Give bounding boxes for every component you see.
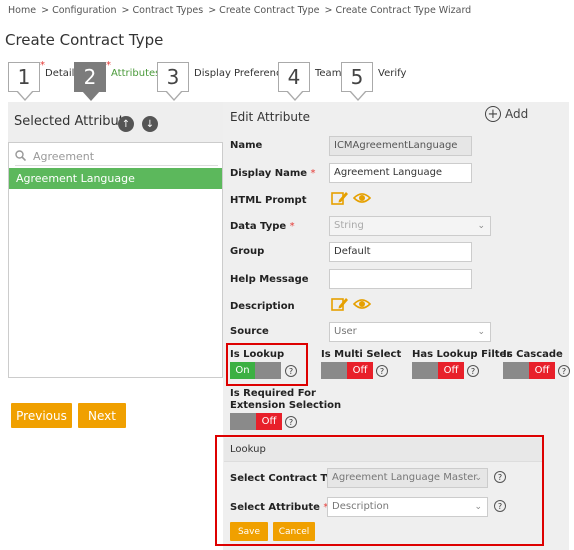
step-number: 2 xyxy=(83,65,97,89)
breadcrumb-contract-types[interactable]: > Contract Types xyxy=(122,5,204,16)
data-type-value: String xyxy=(334,220,364,231)
toggle-off: Off xyxy=(347,362,373,379)
required-star: * xyxy=(289,221,295,232)
previous-button[interactable]: Previous xyxy=(11,403,72,428)
add-button[interactable]: + Add xyxy=(485,106,528,122)
data-type-select: String ⌄ xyxy=(329,216,491,236)
name-field: ICMAgreementLanguage xyxy=(329,136,472,156)
data-type-label: Data Type * xyxy=(230,221,295,232)
step-number-box: 4 xyxy=(278,62,310,101)
toggle-track xyxy=(230,413,256,430)
list-item[interactable]: Agreement Language xyxy=(9,168,222,189)
toggle-track xyxy=(321,362,347,379)
search-icon xyxy=(15,149,29,164)
help-message-label: Help Message xyxy=(230,274,309,285)
attribute-search[interactable]: Agreement xyxy=(15,148,218,166)
page-title: Create Contract Type xyxy=(5,31,164,49)
chevron-down-icon: ⌄ xyxy=(477,221,485,231)
step-label: Team xyxy=(315,68,342,79)
help-icon[interactable]: ? xyxy=(285,365,297,377)
required-star: * xyxy=(310,168,316,179)
source-select[interactable]: User ⌄ xyxy=(329,322,491,342)
toggle-track xyxy=(255,362,281,379)
toggle-track xyxy=(412,362,438,379)
help-icon[interactable]: ? xyxy=(558,365,570,377)
arrow-down-icon[interactable]: ↓ xyxy=(142,116,158,132)
step-verify[interactable]: 5 Verify xyxy=(341,62,406,102)
is-multi-select-label: Is Multi Select xyxy=(321,349,402,360)
is-lookup-label: Is Lookup xyxy=(230,349,285,360)
arrow-up-icon[interactable]: ↑ xyxy=(118,116,134,132)
step-label: Display Preference xyxy=(194,68,288,79)
has-lookup-filter-label: Has Lookup Filter xyxy=(412,349,512,360)
help-icon[interactable]: ? xyxy=(376,365,388,377)
description-label: Description xyxy=(230,301,295,312)
step-display-preference[interactable]: 3 Display Preference xyxy=(157,62,288,102)
is-required-ext-label-line1: Is Required For xyxy=(230,388,316,399)
breadcrumb-home[interactable]: Home xyxy=(8,5,36,16)
is-cascade-toggle[interactable]: Off xyxy=(503,362,555,379)
help-icon[interactable]: ? xyxy=(467,365,479,377)
toggle-off: Off xyxy=(256,413,282,430)
is-cascade-label: Is Cascade xyxy=(503,349,563,360)
step-label: Verify xyxy=(378,68,407,79)
is-required-ext-toggle[interactable]: Off xyxy=(230,413,282,430)
is-multi-select-toggle[interactable]: Off xyxy=(321,362,373,379)
toggle-on: On xyxy=(230,362,255,379)
edit-icon[interactable] xyxy=(331,296,349,315)
name-label: Name xyxy=(230,140,263,151)
step-number: 1 xyxy=(17,65,31,89)
edit-icon[interactable] xyxy=(331,190,349,209)
selected-attribute-panel: Selected Attribute ↑ ↓ Agreement Agreeme… xyxy=(8,102,223,378)
step-number: 4 xyxy=(287,65,301,89)
is-required-ext-label: Is Required For Extension Selection xyxy=(230,388,341,412)
step-number-box: 3 xyxy=(157,62,189,101)
chevron-down-icon: ⌄ xyxy=(477,327,485,337)
plus-icon: + xyxy=(485,106,501,122)
group-field[interactable]: Default xyxy=(329,242,472,262)
step-number-box: 1 * xyxy=(8,60,45,101)
is-lookup-toggle[interactable]: On xyxy=(230,362,281,379)
group-label: Group xyxy=(230,246,265,257)
html-prompt-label: HTML Prompt xyxy=(230,195,307,206)
search-input[interactable]: Agreement xyxy=(33,150,94,163)
help-icon[interactable]: ? xyxy=(285,416,297,428)
toggle-off: Off xyxy=(438,362,464,379)
display-name-label-text: Display Name xyxy=(230,168,308,179)
eye-icon[interactable] xyxy=(352,191,372,208)
step-number-box: 2 * xyxy=(74,60,111,101)
help-message-field[interactable] xyxy=(329,269,472,289)
step-label: Attributes xyxy=(111,68,161,79)
add-label: Add xyxy=(505,107,529,121)
required-star: * xyxy=(106,60,111,71)
step-number: 3 xyxy=(166,65,180,89)
source-label: Source xyxy=(230,326,269,337)
required-star: * xyxy=(40,60,45,71)
breadcrumb-wizard: > Create Contract Type Wizard xyxy=(324,5,472,16)
step-number: 5 xyxy=(350,65,364,89)
is-required-ext-label-line2: Extension Selection xyxy=(230,400,342,411)
next-button[interactable]: Next xyxy=(78,403,126,428)
display-name-label: Display Name * xyxy=(230,168,316,179)
source-value: User xyxy=(334,326,357,337)
has-lookup-filter-toggle[interactable]: Off xyxy=(412,362,464,379)
step-team[interactable]: 4 Team xyxy=(278,62,341,102)
step-details[interactable]: 1 * Details xyxy=(8,60,80,102)
attribute-list: Agreement Agreement Language xyxy=(8,142,223,378)
breadcrumb: Home > Configuration > Contract Types > … xyxy=(8,5,473,16)
toggle-track xyxy=(503,362,529,379)
step-number-box: 5 xyxy=(341,62,373,101)
edit-attribute-title: Edit Attribute xyxy=(230,110,311,124)
selected-attribute-title: Selected Attribute xyxy=(14,114,132,129)
step-attributes[interactable]: 2 * Attributes xyxy=(74,60,161,102)
display-name-field[interactable]: Agreement Language xyxy=(329,163,472,183)
data-type-label-text: Data Type xyxy=(230,221,287,232)
breadcrumb-create-contract-type[interactable]: > Create Contract Type xyxy=(208,5,319,16)
breadcrumb-configuration[interactable]: > Configuration xyxy=(41,5,116,16)
eye-icon[interactable] xyxy=(352,297,372,314)
toggle-off: Off xyxy=(529,362,555,379)
lookup-section-highlight xyxy=(215,435,544,546)
